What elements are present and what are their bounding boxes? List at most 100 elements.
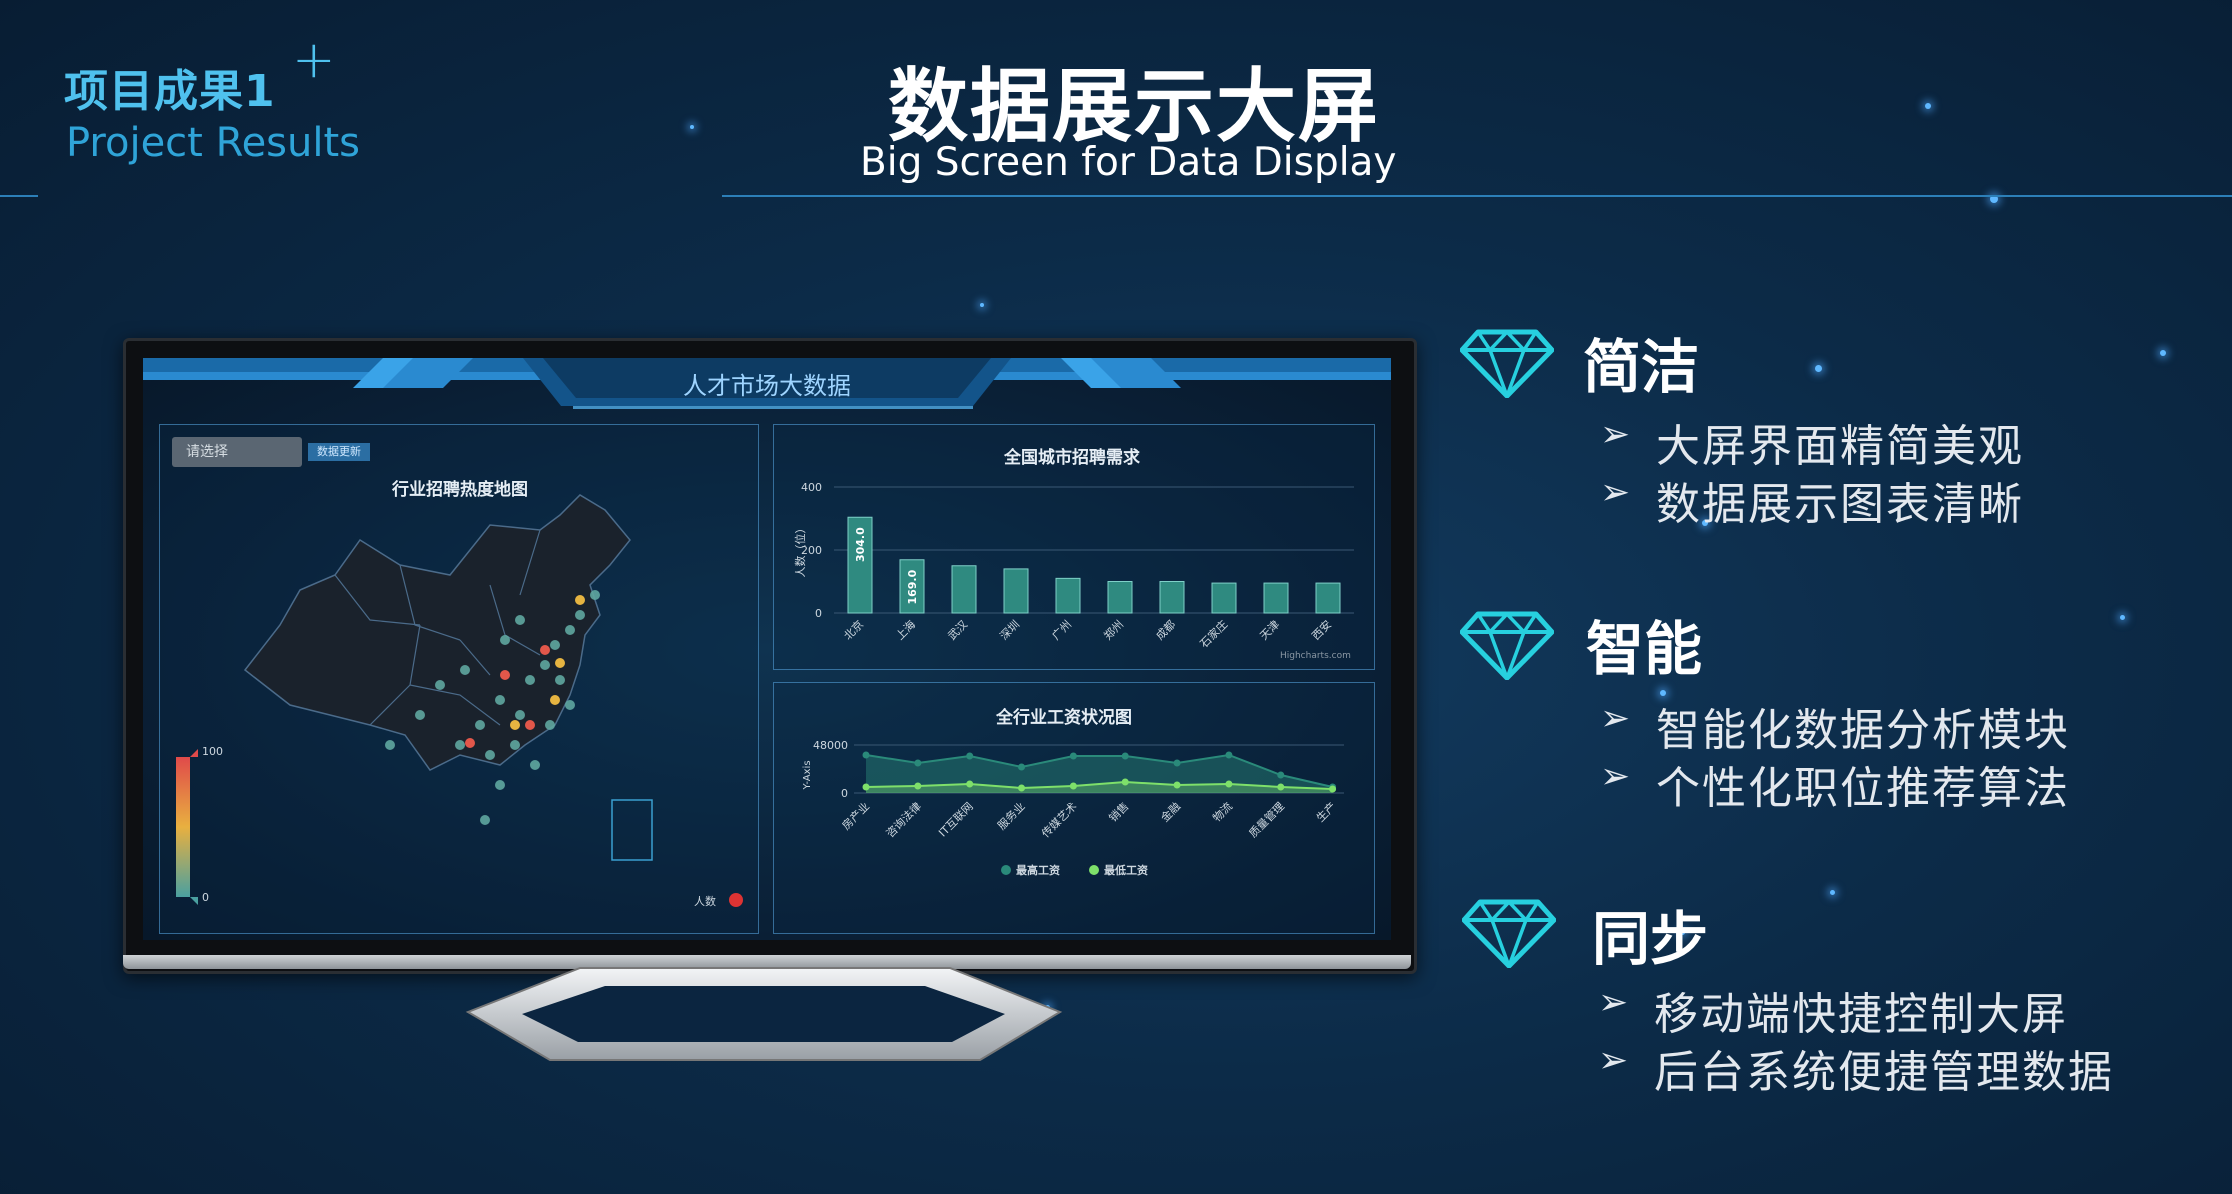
series-point [1173, 759, 1181, 767]
x-tick-label: IT互联网 [936, 800, 976, 840]
diamond-icon [1460, 611, 1554, 680]
y-tick-label: 400 [801, 481, 822, 494]
series-point [1225, 751, 1233, 759]
feature-heading: 智能 [1586, 615, 1703, 683]
series-point [1329, 785, 1337, 793]
scale-max-label: 100 [202, 745, 223, 758]
bar-chart-panel: 全国城市招聘需求 400 200 0 人数（位） 北京 304.0 上海 169.0 武汉 深圳广… [773, 424, 1375, 670]
scale-min-label: 0 [202, 891, 209, 904]
china-map [176, 494, 743, 907]
x-tick-label: 传媒艺术 [1039, 800, 1079, 840]
x-tick-label: 深圳 [997, 618, 1022, 643]
series-point [1121, 752, 1129, 760]
plus-icon: + [292, 30, 336, 90]
feature-item: 移动端快捷控制大屏 [1654, 989, 2068, 1040]
x-tick-label: 生产 [1313, 799, 1338, 824]
section-subtitle: Project Results [66, 120, 361, 166]
diamond-icon [1462, 899, 1556, 968]
diamond-icon [1460, 329, 1554, 398]
bar-chart: 4002000人数（位）北京304.0上海169.0武汉 深圳 广州 郑州 成都 石家庄天… [793, 481, 1354, 650]
star [1815, 365, 1822, 372]
x-tick-label: 西安 [1309, 617, 1334, 642]
line-chart-panel: 全行业工资状况图 48000 0 Y-Axis 房产业 咨询法律 IT互联网 服务业 传媒艺术… [773, 682, 1375, 934]
y-tick-label: 0 [841, 787, 848, 800]
series-point [966, 780, 974, 788]
star [690, 125, 694, 129]
x-tick-label: 武汉 [945, 618, 970, 643]
arrow-bullet-icon: ➢ [1598, 982, 1629, 1023]
x-tick-label: 物流 [1210, 799, 1235, 824]
x-tick-label: 咨询法律 [883, 799, 924, 840]
series-point [1069, 752, 1077, 760]
x-tick-label: 销售 [1106, 799, 1131, 824]
bar [1263, 582, 1289, 614]
series-point [1173, 781, 1181, 789]
bar [1315, 582, 1341, 614]
legend-label: 最高工资 [1016, 863, 1060, 877]
bar-data-label: 304.0 [854, 527, 867, 562]
x-tick-label: 成都 [1153, 618, 1178, 643]
y-axis-label: 人数（位） [793, 523, 807, 578]
arrow-bullet-icon: ➢ [1600, 756, 1631, 797]
line-chart: 48000 0 Y-Axis 房产业 咨询法律 IT互联网 服务业 传媒艺术 销售 金融 物流 质量管… [802, 739, 1344, 877]
y-tick-label: 0 [815, 607, 822, 620]
bar [1159, 581, 1185, 614]
y-tick-label: 48000 [813, 739, 848, 752]
x-tick-label: 服务业 [995, 800, 1028, 833]
legend-label: 最低工资 [1104, 863, 1148, 877]
divider-left [0, 195, 38, 197]
star [1925, 103, 1931, 109]
feature-heading: 简洁 [1583, 333, 1700, 401]
feature-item: 后台系统便捷管理数据 [1654, 1047, 2114, 1098]
series-point [1225, 780, 1233, 788]
feature-item: 个性化职位推荐算法 [1656, 763, 2070, 814]
series-point [862, 783, 870, 791]
series-point [1277, 771, 1285, 779]
bar-data-label: 169.0 [906, 569, 919, 604]
legend-marker [1089, 865, 1099, 875]
feature-item: 大屏界面精简美观 [1656, 421, 2024, 472]
x-tick-label: 房产业 [839, 799, 872, 832]
bar [1107, 581, 1133, 614]
x-tick-label: 北京 [841, 617, 866, 642]
legend-marker [1001, 865, 1011, 875]
x-tick-label: 金融 [1158, 799, 1183, 824]
arrow-bullet-icon: ➢ [1600, 414, 1631, 455]
feature-item: 智能化数据分析模块 [1656, 705, 2070, 756]
bar [951, 565, 977, 614]
chart-credit: Highcharts.com [1280, 651, 1351, 661]
arrow-bullet-icon: ➢ [1600, 698, 1631, 739]
x-tick-label: 石家庄 [1197, 617, 1230, 650]
star [980, 303, 984, 307]
series-point [1277, 783, 1285, 791]
feature-item: 数据展示图表清晰 [1656, 479, 2024, 530]
page-subtitle: Big Screen for Data Display [860, 140, 1397, 185]
map-legend-label: 人数 [694, 895, 716, 908]
x-tick-label: 上海 [893, 617, 918, 642]
bar [1003, 568, 1029, 614]
bar [1055, 577, 1081, 614]
star [2160, 350, 2166, 356]
series-point [914, 782, 922, 790]
series-point [862, 751, 870, 759]
arrow-bullet-icon: ➢ [1598, 1040, 1629, 1081]
dashboard-title: 人才市场大数据 [683, 372, 851, 400]
x-tick-label: 郑州 [1101, 617, 1126, 642]
series-point [1069, 782, 1077, 790]
bar [1211, 582, 1237, 614]
arrow-bullet-icon: ➢ [1600, 472, 1631, 513]
series-point [1018, 763, 1026, 771]
map-panel: 请选择 数据更新 行业招聘热度地图 100 0 人数 [159, 424, 759, 934]
monitor-stand [465, 967, 1063, 1061]
series-point [1018, 784, 1026, 792]
divider-right [722, 195, 2232, 197]
series-point [914, 759, 922, 767]
y-axis-label: Y-Axis [802, 760, 813, 790]
star [1830, 890, 1835, 895]
section-title: 项目成果1 [64, 66, 276, 117]
series-point [966, 752, 974, 760]
feature-heading: 同步 [1592, 905, 1709, 973]
series-point [1121, 778, 1129, 786]
star [2120, 615, 2125, 620]
dashboard-screen: 人才市场大数据 请选择 数据更新 行业招聘热度地图 100 0 人数 全国城市招… [143, 358, 1391, 940]
